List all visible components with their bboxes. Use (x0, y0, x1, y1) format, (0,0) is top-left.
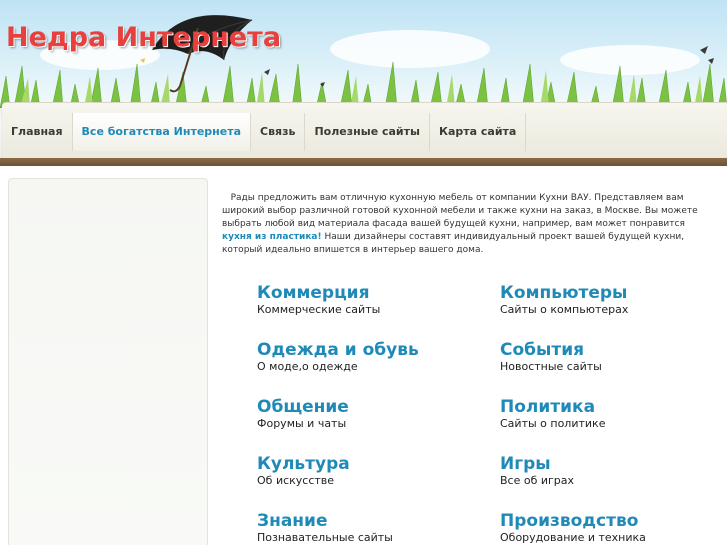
category-computers: Компьютеры Сайты о компьютерах (500, 283, 720, 316)
category-production: Производство Оборудование и техника (500, 511, 720, 544)
category-title[interactable]: Одежда и обувь (257, 340, 477, 360)
category-desc: Об искусстве (257, 474, 335, 487)
nav-item-useful-sites[interactable]: Полезные сайты (305, 113, 430, 151)
category-desc: Сайты о компьютерах (500, 303, 629, 316)
main-content: Рады предложить вам отличную кухонную ме… (0, 166, 727, 545)
category-title[interactable]: Коммерция (257, 283, 477, 303)
nav-item-home[interactable]: Главная (2, 113, 73, 151)
sidebar (8, 178, 208, 545)
category-desc: Познавательные сайты (257, 531, 393, 544)
site-title[interactable]: Недра Интернета (6, 22, 281, 53)
nav-item-contact[interactable]: Связь (251, 113, 306, 151)
category-desc: Форумы и чаты (257, 417, 347, 430)
category-title[interactable]: Компьютеры (500, 283, 720, 303)
category-title[interactable]: Политика (500, 397, 720, 417)
category-games: Игры Все об играх (500, 454, 720, 487)
nav-item-all-riches[interactable]: Все богатства Интернета (72, 113, 252, 151)
category-events: События Новостные сайты (500, 340, 720, 373)
category-desc: Сайты о политике (500, 417, 606, 430)
intro-text-before: Рады предложить вам отличную кухонную ме… (222, 193, 698, 229)
category-desc: О моде,о одежде (257, 360, 358, 373)
category-desc: Новостные сайты (500, 360, 602, 373)
category-title[interactable]: Общение (257, 397, 477, 417)
kitchen-link[interactable]: кухня из пластика! (222, 232, 322, 242)
category-desc: Все об играх (500, 474, 575, 487)
intro-paragraph: Рады предложить вам отличную кухонную ме… (222, 192, 698, 257)
main-navigation: Главная Все богатства Интернета Связь По… (2, 102, 727, 160)
category-title[interactable]: Игры (500, 454, 720, 474)
category-commerce: Коммерция Коммерческие сайты (257, 283, 477, 316)
category-culture: Культура Об искусстве (257, 454, 477, 487)
category-title[interactable]: События (500, 340, 720, 360)
category-desc: Оборудование и техника (500, 531, 646, 544)
category-clothing: Одежда и обувь О моде,о одежде (257, 340, 477, 373)
nav-list: Главная Все богатства Интернета Связь По… (2, 113, 527, 151)
category-title[interactable]: Производство (500, 511, 720, 531)
category-politics: Политика Сайты о политике (500, 397, 720, 430)
category-title[interactable]: Культура (257, 454, 477, 474)
category-desc: Коммерческие сайты (257, 303, 381, 316)
nav-item-site-map[interactable]: Карта сайта (430, 113, 527, 151)
category-knowledge: Знание Познавательные сайты (257, 511, 477, 544)
category-title[interactable]: Знание (257, 511, 477, 531)
category-communication: Общение Форумы и чаты (257, 397, 477, 430)
